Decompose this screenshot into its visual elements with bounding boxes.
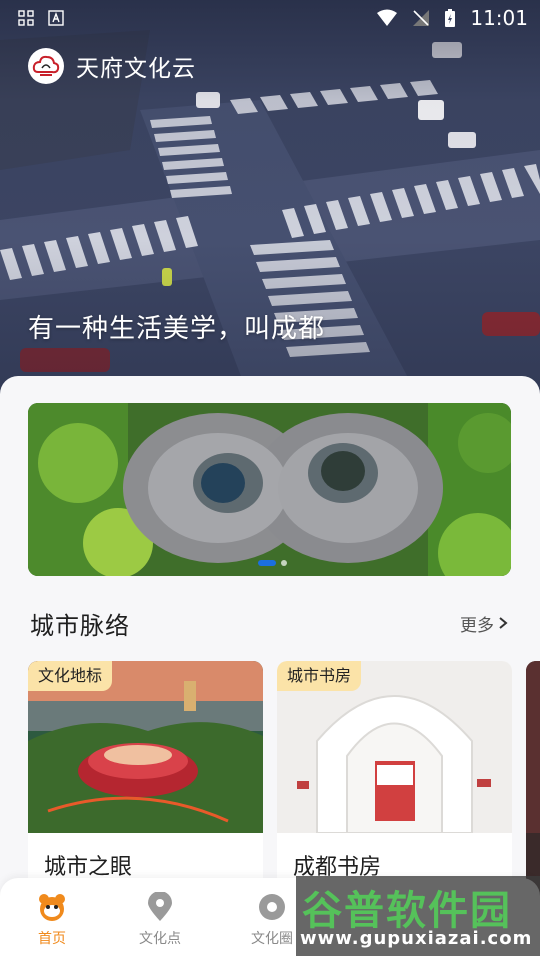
a-icon [48,10,64,26]
card-tag: 文化地标 [28,661,113,691]
nav-item-culture-point[interactable]: 文化点 [120,892,200,948]
more-label: 更多 [460,615,494,636]
banner-image [28,403,511,576]
grid-icon [18,10,34,26]
nav-label-home: 首页 [38,931,66,947]
wifi-icon [377,9,398,26]
banner-carousel[interactable] [28,403,511,576]
section-header: 城市脉络 更多 [30,608,508,640]
nav-label-culture-point: 文化点 [139,931,181,947]
battery-charging-icon [445,9,456,27]
home-mascot-icon [39,894,65,921]
card-image [526,661,540,833]
card-item[interactable]: 城市书房 成都书房 [277,661,512,901]
app-title: 天府文化云 [76,56,196,82]
location-pin-icon [148,892,172,921]
more-link[interactable]: 更多 [460,611,508,636]
card-tag: 城市书房 [277,661,362,691]
content-sheet: 城市脉络 更多 文化地标 城市之眼 城市书房 成都书房 [0,376,540,960]
card-item[interactable]: 文化地标 城市之眼 [28,661,263,901]
card-list: 文化地标 城市之眼 城市书房 成都书房 [28,661,540,901]
hero-banner: 11:01 天府文化云 有一种生活美学，叫成都 [0,0,540,400]
hero-slogan: 有一种生活美学，叫成都 [28,314,326,344]
carousel-dot-active[interactable] [258,560,276,566]
nav-item-home[interactable]: 首页 [12,892,92,948]
watermark-url: www.gupuxiazai.com [300,928,533,949]
carousel-dot[interactable] [281,560,287,566]
clock: 11:01 [470,6,528,30]
cloud-logo-icon [28,48,64,84]
status-bar: 11:01 [0,0,540,36]
watermark: 谷普软件园 www.gupuxiazai.com [296,876,540,956]
signal-off-icon [413,10,430,26]
carousel-indicator [258,560,287,566]
nav-label-culture-circle: 文化圈 [251,931,293,947]
chevron-right-icon [499,617,508,629]
section-title: 城市脉络 [30,611,130,640]
card-name: 城市之眼 [44,855,133,880]
app-header: 天府文化云 [28,48,196,84]
card-item[interactable] [526,661,540,901]
circle-location-icon [259,894,285,920]
